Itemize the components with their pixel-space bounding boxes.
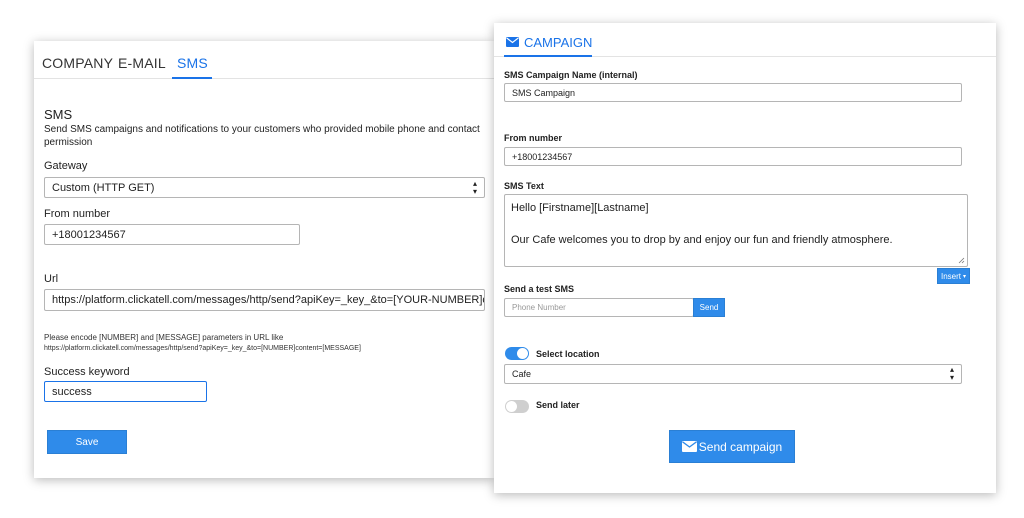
- send-later-toggle[interactable]: [505, 400, 529, 413]
- send-later-label: Send later: [536, 400, 580, 410]
- success-keyword-label: Success keyword: [44, 366, 130, 378]
- sms-settings-panel: COMPANY E-MAIL SMS SMS Send SMS campaign…: [34, 41, 494, 478]
- send-test-button[interactable]: Send: [693, 298, 725, 317]
- gateway-label: Gateway: [44, 160, 88, 172]
- sms-text-line1: Hello [Firstname][Lastname]: [511, 202, 649, 214]
- select-location-toggle[interactable]: [505, 347, 529, 360]
- settings-tabs: COMPANY E-MAIL SMS: [34, 41, 494, 79]
- gateway-select[interactable]: Custom (HTTP GET) ▴ ▾: [44, 177, 485, 198]
- sms-heading: SMS: [44, 107, 73, 122]
- phone-number-placeholder: Phone Number: [512, 303, 566, 312]
- url-hint-line2: https://platform.clickatell.com/messages…: [44, 345, 361, 352]
- test-sms-label: Send a test SMS: [504, 284, 575, 294]
- sms-text-label: SMS Text: [504, 181, 544, 191]
- campaign-from-number-value: +18001234567: [512, 151, 573, 162]
- success-keyword-input[interactable]: success: [44, 381, 207, 402]
- url-input[interactable]: https://platform.clickatell.com/messages…: [44, 289, 485, 311]
- sms-description-line2: permission: [44, 137, 93, 148]
- envelope-icon: [506, 37, 519, 47]
- select-arrows-icon: ▴ ▾: [472, 178, 477, 196]
- location-value: Cafe: [512, 369, 532, 379]
- save-button[interactable]: Save: [47, 430, 127, 454]
- campaign-from-number-input[interactable]: +18001234567: [504, 147, 962, 166]
- campaign-from-number-label: From number: [504, 133, 563, 143]
- select-location-label: Select location: [536, 349, 600, 359]
- url-value: https://platform.clickatell.com/messages…: [52, 294, 484, 306]
- insert-dropdown-button[interactable]: Insert ▾: [937, 268, 970, 284]
- campaign-panel: CAMPAIGN SMS Campaign Name (internal) SM…: [494, 23, 996, 493]
- url-hint-line1: Please encode [NUMBER] and [MESSAGE] par…: [44, 333, 284, 342]
- success-keyword-value: success: [52, 385, 92, 398]
- gateway-value: Custom (HTTP GET): [52, 181, 155, 194]
- toggle-knob: [517, 348, 528, 359]
- from-number-input[interactable]: +18001234567: [44, 224, 300, 245]
- send-campaign-label: Send campaign: [698, 439, 783, 454]
- insert-label: Insert: [940, 271, 961, 281]
- sms-description-line1: Send SMS campaigns and notifications to …: [44, 124, 480, 135]
- resize-handle-icon[interactable]: [958, 257, 965, 264]
- sms-text-area[interactable]: Hello [Firstname][Lastname] Our Cafe wel…: [504, 194, 968, 267]
- tab-email[interactable]: E-MAIL: [118, 55, 166, 71]
- send-campaign-button[interactable]: Send campaign: [669, 430, 795, 463]
- envelope-icon: [681, 441, 697, 452]
- campaign-name-label: SMS Campaign Name (internal): [504, 70, 638, 80]
- from-number-label: From number: [44, 208, 111, 220]
- campaign-title-indicator: [504, 55, 592, 57]
- campaign-title: CAMPAIGN: [524, 35, 593, 50]
- from-number-value: +18001234567: [52, 228, 126, 241]
- caret-down-icon: ▾: [963, 273, 967, 280]
- tab-sms[interactable]: SMS: [177, 55, 208, 71]
- campaign-header: CAMPAIGN: [494, 23, 996, 57]
- select-arrows-icon: ▴ ▾: [949, 365, 954, 382]
- campaign-name-value: SMS Campaign: [512, 87, 576, 98]
- tab-company[interactable]: COMPANY: [42, 55, 113, 71]
- active-tab-indicator: [172, 77, 212, 79]
- toggle-knob: [506, 401, 517, 412]
- phone-number-input[interactable]: Phone Number: [504, 298, 694, 317]
- url-label: Url: [44, 273, 59, 285]
- sms-text-line2: Our Cafe welcomes you to drop by and enj…: [511, 234, 893, 246]
- location-select[interactable]: Cafe ▴ ▾: [504, 364, 962, 384]
- campaign-name-input[interactable]: SMS Campaign: [504, 83, 962, 102]
